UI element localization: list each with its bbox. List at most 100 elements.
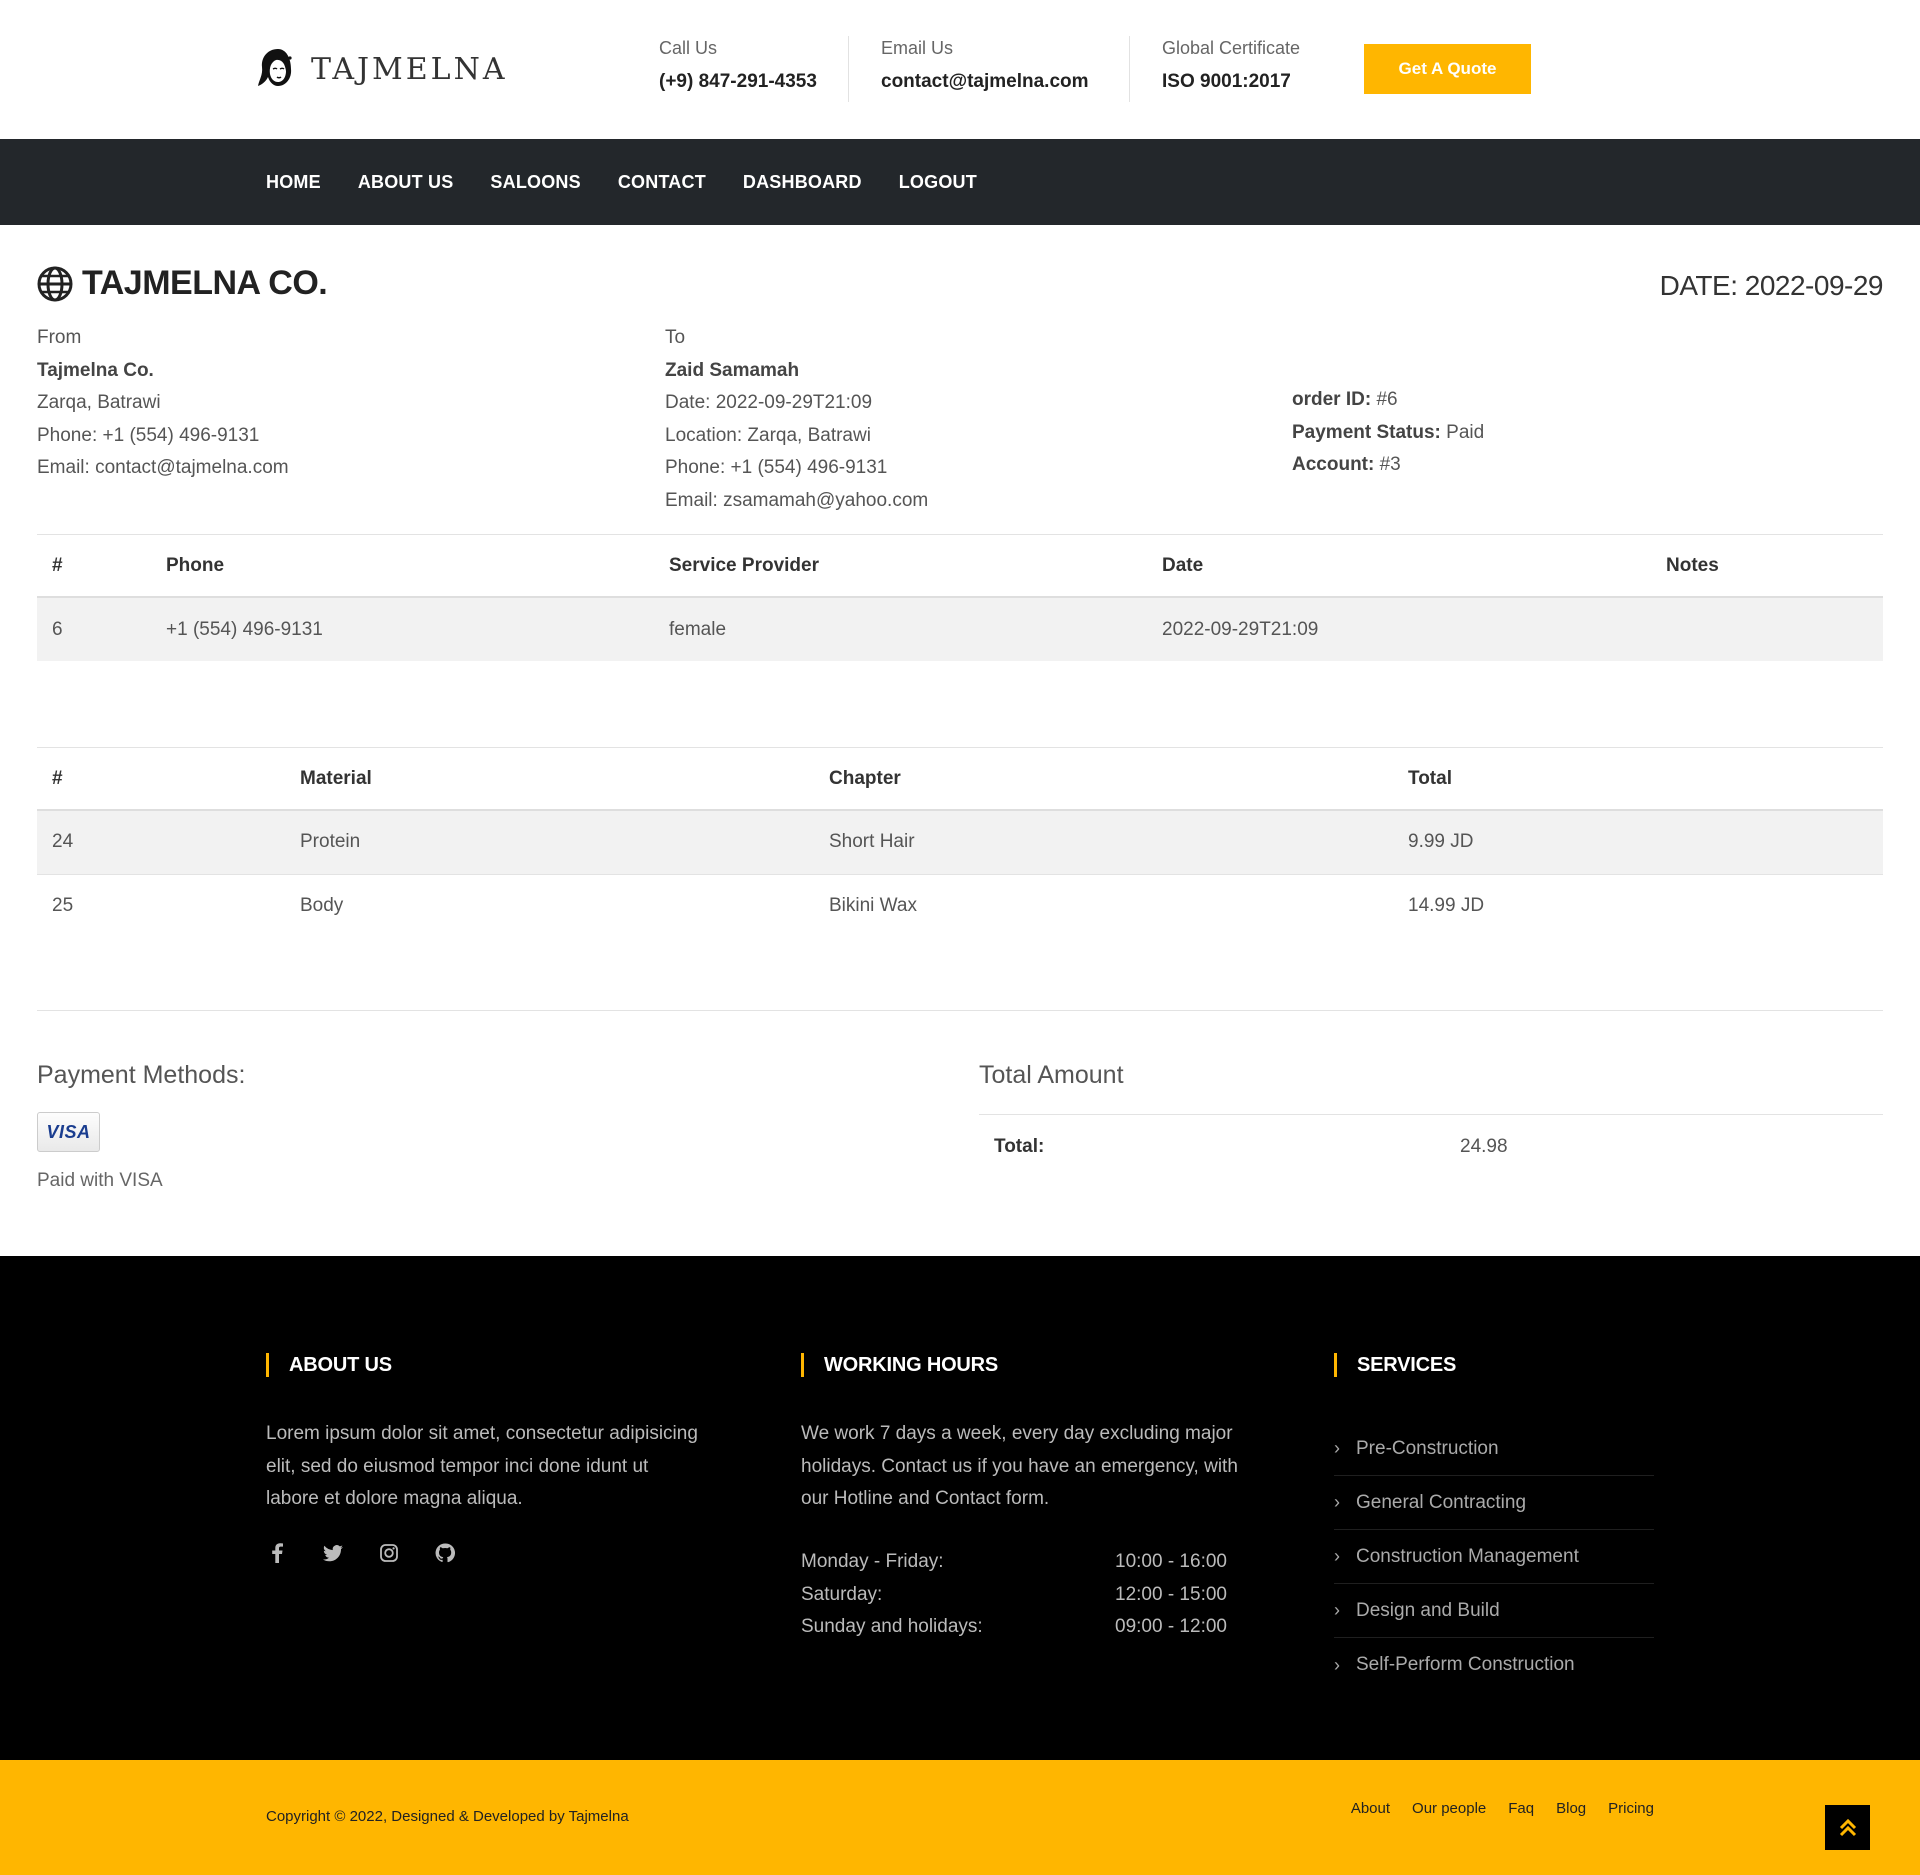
table-cell: 9.99 JD xyxy=(1393,810,1883,874)
email-us-value[interactable]: contact@tajmelna.com xyxy=(881,71,1089,93)
to-date: Date: 2022-09-29T21:09 xyxy=(665,392,873,413)
footer-link-pricing[interactable]: Pricing xyxy=(1608,1800,1654,1817)
from-name: Tajmelna Co. xyxy=(37,359,154,381)
certificate-label: Global Certificate xyxy=(1162,38,1301,58)
double-chevron-up-icon xyxy=(1839,1818,1856,1836)
woman-face-logo-icon xyxy=(258,49,292,86)
table-cell: +1 (554) 496-9131 xyxy=(151,597,654,661)
account-id: Account: #3 xyxy=(1292,454,1401,475)
table-header-row: # Material Chapter Total xyxy=(37,748,1883,811)
instagram-icon[interactable] xyxy=(378,1542,400,1564)
back-to-top-button[interactable] xyxy=(1825,1805,1870,1850)
payment-note: Paid with VISA xyxy=(37,1170,163,1191)
column-header: Notes xyxy=(1651,535,1883,598)
visa-card-icon: VISA xyxy=(37,1112,100,1152)
footer-about-text: Lorem ipsum dolor sit amet, consectetur … xyxy=(266,1423,698,1509)
hours-row: Sunday and holidays: 09:00 - 12:00 xyxy=(801,1616,1227,1637)
top-header: TAJMELNA Call Us (+9) 847-291-4353 Email… xyxy=(0,0,1920,139)
column-header: Chapter xyxy=(814,748,1393,811)
from-label: From xyxy=(37,327,82,348)
hours-row: Monday - Friday: 10:00 - 16:00 xyxy=(801,1551,1227,1572)
payment-status: Payment Status: Paid xyxy=(1292,421,1485,443)
chevron-right-icon: › xyxy=(1334,1492,1340,1512)
service-link[interactable]: › General Contracting xyxy=(1334,1476,1654,1530)
booking-table: # Phone Service Provider Date Notes 6 +1… xyxy=(37,535,1883,661)
to-location: Location: Zarqa, Batrawi xyxy=(665,424,871,446)
table-cell: female xyxy=(654,597,1147,661)
footer-links: About Our people Faq Blog Pricing xyxy=(1351,1800,1654,1817)
invoice-date: DATE: 2022-09-29 xyxy=(1659,270,1884,301)
call-us-value[interactable]: (+9) 847-291-4353 xyxy=(659,71,817,93)
column-header: Service Provider xyxy=(654,535,1147,598)
nav-item-about-us[interactable]: ABOUT US xyxy=(358,172,454,193)
to-phone: Phone: +1 (554) 496-9131 xyxy=(665,457,888,478)
table-row: 6 +1 (554) 496-9131 female 2022-09-29T21… xyxy=(37,597,1883,661)
order-id: order ID: #6 xyxy=(1292,389,1398,410)
main-nav: HOME ABOUT US SALOONS CONTACT DASHBOARD … xyxy=(0,139,1920,225)
hours-row: Saturday: 12:00 - 15:00 xyxy=(801,1583,1227,1605)
email-us-label: Email Us xyxy=(881,38,954,58)
github-icon[interactable] xyxy=(434,1542,456,1564)
table-header-row: # Phone Service Provider Date Notes xyxy=(37,535,1883,598)
to-name: Zaid Samamah xyxy=(665,359,800,381)
footer-link-blog[interactable]: Blog xyxy=(1556,1800,1586,1817)
call-us-label: Call Us xyxy=(659,38,718,58)
table-cell: Body xyxy=(285,873,814,938)
get-a-quote-button[interactable]: Get A Quote xyxy=(1364,44,1531,94)
footer: ABOUT US Lorem ipsum dolor sit amet, con… xyxy=(0,1256,1920,1760)
table-cell: 2022-09-29T21:09 xyxy=(1147,597,1651,661)
services-list: › Pre-Construction › General Contracting ›… xyxy=(1334,1422,1654,1692)
chevron-right-icon: › xyxy=(1334,1546,1340,1566)
copyright-text: Copyright © 2022, Designed & Developed b… xyxy=(266,1808,629,1825)
total-label: Total: xyxy=(994,1136,1045,1157)
from-address: From Tajmelna Co. Zarqa, Batrawi Phone: … xyxy=(37,322,289,485)
to-address: To Zaid Samamah Date: 2022-09-29T21:09 L… xyxy=(665,322,928,517)
table-cell: 24 xyxy=(37,810,285,874)
header-divider xyxy=(848,36,849,102)
service-link[interactable]: › Construction Management xyxy=(1334,1530,1654,1584)
twitter-icon[interactable] xyxy=(322,1542,344,1564)
table-row: 24 Protein Short Hair 9.99 JD xyxy=(37,810,1883,874)
table-row: 25 Body Bikini Wax 14.99 JD xyxy=(37,873,1883,938)
brand-logo[interactable]: TAJMELNA xyxy=(255,45,508,93)
column-header: Phone xyxy=(151,535,654,598)
company-name: TAJMELNA CO. xyxy=(82,264,328,302)
service-link[interactable]: › Pre-Construction xyxy=(1334,1422,1654,1476)
footer-link-faq[interactable]: Faq xyxy=(1508,1800,1534,1817)
table-cell: 25 xyxy=(37,873,285,938)
column-header: Material xyxy=(285,748,814,811)
social-links xyxy=(266,1542,456,1564)
total-row: Total: 24.98 xyxy=(979,1114,1883,1178)
header-divider xyxy=(1129,36,1130,102)
table-cell: 6 xyxy=(37,597,151,661)
divider xyxy=(37,1010,1883,1011)
total-value: 24.98 xyxy=(1460,1136,1508,1157)
copyright-bar: Copyright © 2022, Designed & Developed b… xyxy=(0,1760,1920,1875)
nav-item-saloons[interactable]: SALOONS xyxy=(490,172,580,193)
footer-link-our-people[interactable]: Our people xyxy=(1412,1800,1486,1817)
footer-link-about[interactable]: About xyxy=(1351,1800,1390,1817)
nav-item-contact[interactable]: CONTACT xyxy=(618,172,706,193)
column-header: Total xyxy=(1393,748,1883,811)
certificate-block: Global Certificate ISO 9001:2017 xyxy=(1162,38,1300,93)
footer-hours-text: We work 7 days a week, every day excludi… xyxy=(801,1423,1238,1509)
column-header: # xyxy=(37,748,285,811)
column-header: Date xyxy=(1147,535,1651,598)
column-header: # xyxy=(37,535,151,598)
footer-hours-heading: WORKING HOURS xyxy=(801,1353,998,1377)
facebook-icon[interactable] xyxy=(266,1542,288,1564)
nav-item-logout[interactable]: LOGOUT xyxy=(899,172,977,193)
order-meta: order ID: #6 Payment Status: Paid Accoun… xyxy=(1292,384,1484,482)
chevron-right-icon: › xyxy=(1334,1600,1340,1620)
items-table: # Material Chapter Total 24 Protein Shor… xyxy=(37,748,1883,938)
invoice-title: TAJMELNA CO. xyxy=(37,264,328,303)
service-link[interactable]: › Design and Build xyxy=(1334,1584,1654,1638)
nav-menu: HOME ABOUT US SALOONS CONTACT DASHBOARD … xyxy=(266,139,1014,225)
total-amount-title: Total Amount xyxy=(979,1061,1124,1089)
service-link[interactable]: › Self-Perform Construction xyxy=(1334,1638,1654,1692)
chevron-right-icon: › xyxy=(1334,1438,1340,1458)
nav-item-dashboard[interactable]: DASHBOARD xyxy=(743,172,862,193)
from-email: Email: contact@tajmelna.com xyxy=(37,457,289,478)
table-cell: Protein xyxy=(285,810,814,874)
nav-item-home[interactable]: HOME xyxy=(266,172,321,193)
